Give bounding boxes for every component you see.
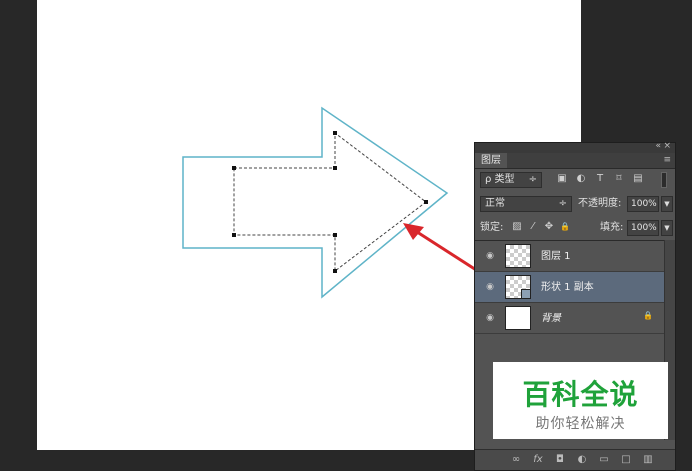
adjustment-filter-icon[interactable]: ◐ xyxy=(575,173,587,185)
blend-row: 正常 ÷ 不透明度: 100% ▼ xyxy=(475,194,675,214)
watermark-subtitle: 助你轻松解决 xyxy=(535,416,626,432)
adjustment-layer-icon[interactable]: ◐ xyxy=(575,453,589,467)
filter-kind-label: 类型 xyxy=(494,174,515,185)
filter-kind-select[interactable]: ρ 类型 ÷ xyxy=(480,172,542,188)
layer-thumbnail xyxy=(505,275,531,299)
filter-toggle-switch[interactable] xyxy=(661,172,667,188)
chevron-down-icon: ÷ xyxy=(558,198,567,209)
blend-mode-select[interactable]: 正常 ÷ xyxy=(480,196,572,212)
tab-layers[interactable]: 图层 xyxy=(475,153,507,168)
panel-tab-bar: 图层 ≡ xyxy=(475,153,675,169)
fill-dropdown-button[interactable]: ▼ xyxy=(661,220,673,236)
layers-bottom-toolbar: ∞ fx ◘ ◐ ▭ □ ▥ xyxy=(475,449,675,470)
add-mask-icon[interactable]: ◘ xyxy=(553,453,567,467)
image-filter-icon[interactable]: ▣ xyxy=(556,173,568,185)
layer-filter-row: ρ 类型 ÷ ▣ ◐ T ⌑ ▤ xyxy=(475,170,675,190)
layer-thumbnail xyxy=(505,244,531,268)
layer-name[interactable]: 背景 xyxy=(541,303,561,334)
close-icon[interactable]: × xyxy=(663,141,671,151)
search-icon: ρ xyxy=(485,174,492,185)
collapse-icon[interactable]: « xyxy=(655,141,661,151)
layer-name[interactable]: 图层 1 xyxy=(541,241,571,272)
layer-row-selected[interactable]: ◉ 形状 1 副本 xyxy=(475,272,665,303)
blend-mode-label: 正常 xyxy=(485,198,505,209)
lock-icon: 🔒 xyxy=(643,311,653,320)
chevron-down-icon: ÷ xyxy=(528,174,537,185)
opacity-dropdown-button[interactable]: ▼ xyxy=(661,196,673,212)
eye-icon[interactable]: ◉ xyxy=(483,249,497,263)
layer-row[interactable]: ◉ 图层 1 xyxy=(475,241,665,272)
watermark-title: 百科全说 xyxy=(522,378,639,411)
fill-input[interactable]: 100% xyxy=(627,220,659,236)
shape-filter-icon[interactable]: ⌑ xyxy=(613,173,625,185)
layer-thumbnail xyxy=(505,306,531,330)
fill-label: 填充: xyxy=(600,222,624,233)
eye-icon[interactable]: ◉ xyxy=(483,280,497,294)
lock-label: 锁定: xyxy=(480,222,504,233)
new-layer-icon[interactable]: □ xyxy=(619,453,633,467)
lock-row: 锁定: ▨ ⁄ ✥ 🔒 填充: 100% ▼ xyxy=(475,218,675,238)
layer-row[interactable]: ◉ 背景 🔒 xyxy=(475,303,665,334)
opacity-label: 不透明度: xyxy=(578,198,622,209)
new-group-icon[interactable]: ▭ xyxy=(597,453,611,467)
watermark: 百科全说 助你轻松解决 xyxy=(493,362,668,439)
eye-icon[interactable]: ◉ xyxy=(483,311,497,325)
lock-image-pixels-icon[interactable]: ⁄ xyxy=(527,221,539,233)
vector-mask-icon xyxy=(521,289,531,299)
smart-object-filter-icon[interactable]: ▤ xyxy=(632,173,644,185)
layer-style-icon[interactable]: fx xyxy=(531,453,545,467)
layer-name[interactable]: 形状 1 副本 xyxy=(541,272,594,303)
lock-all-icon[interactable]: 🔒 xyxy=(559,221,571,233)
type-filter-icon[interactable]: T xyxy=(594,173,606,185)
link-layers-icon[interactable]: ∞ xyxy=(509,453,523,467)
lock-transparent-pixels-icon[interactable]: ▨ xyxy=(511,221,523,233)
lock-position-icon[interactable]: ✥ xyxy=(543,221,555,233)
panel-title-bar[interactable]: « × xyxy=(475,141,675,153)
panel-menu-icon[interactable]: ≡ xyxy=(663,153,671,168)
trash-icon[interactable]: ▥ xyxy=(641,453,655,467)
opacity-input[interactable]: 100% xyxy=(627,196,659,212)
